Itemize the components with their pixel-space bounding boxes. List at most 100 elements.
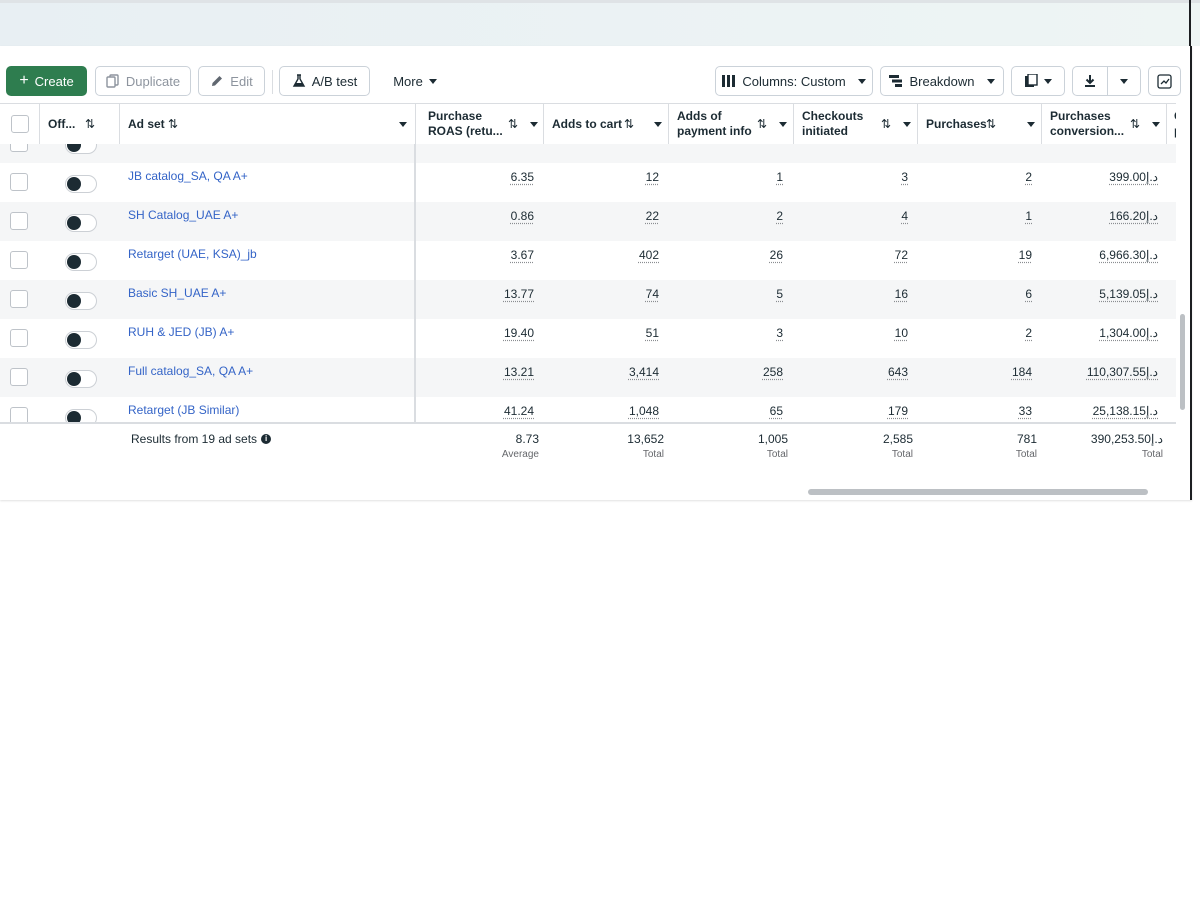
row-toggle[interactable] <box>65 331 97 349</box>
purchases-value[interactable]: 33 <box>1019 404 1032 418</box>
chevron-down-icon[interactable] <box>779 122 787 127</box>
ad-set-link[interactable]: Full catalog_SA, QA A+ <box>128 364 253 378</box>
reports-button[interactable] <box>1011 66 1065 96</box>
column-header-adds-payment-info[interactable]: Adds of payment info ⇅ <box>669 104 794 144</box>
row-toggle[interactable] <box>65 214 97 232</box>
row-checkbox[interactable] <box>10 212 28 230</box>
checkouts-value[interactable]: 16 <box>895 287 908 301</box>
roas-value[interactable]: 13.21 <box>504 365 534 379</box>
view-charts-button[interactable] <box>1148 66 1181 96</box>
ad-set-link[interactable]: RUH & JED (JB) A+ <box>128 325 234 339</box>
sort-icon[interactable]: ⇅ <box>85 117 95 131</box>
ab-test-button[interactable]: A/B test <box>279 66 370 96</box>
column-header-checkouts-initiated[interactable]: Checkouts initiated ⇅ <box>794 104 918 144</box>
sort-icon[interactable]: ⇅ <box>881 117 891 131</box>
export-button[interactable] <box>1072 66 1141 96</box>
sort-icon[interactable]: ⇅ <box>168 117 178 131</box>
row-checkbox[interactable] <box>10 290 28 308</box>
row-toggle[interactable] <box>65 370 97 388</box>
conversion-value[interactable]: 6,966.30د.إ <box>1099 248 1158 262</box>
adds-to-cart-value[interactable]: 74 <box>646 287 659 301</box>
checkouts-value[interactable]: 179 <box>888 404 908 418</box>
row-checkbox[interactable] <box>10 407 28 422</box>
edit-button[interactable]: Edit <box>198 66 265 96</box>
more-button[interactable]: More <box>382 66 448 96</box>
purchases-value[interactable]: 19 <box>1019 248 1032 262</box>
row-checkbox[interactable] <box>10 251 28 269</box>
adds-to-cart-value[interactable]: 3,414 <box>629 365 659 379</box>
row-checkbox[interactable] <box>10 173 28 191</box>
select-all-checkbox[interactable] <box>10 115 29 133</box>
payment-info-value[interactable]: 5 <box>776 287 783 301</box>
conversion-value[interactable]: 166.20د.إ <box>1109 209 1158 223</box>
purchases-value[interactable]: 184 <box>1012 365 1032 379</box>
download-button[interactable] <box>1073 67 1109 95</box>
conversion-value[interactable]: 25,138.15د.إ <box>1093 404 1158 418</box>
chevron-down-icon[interactable] <box>654 122 662 127</box>
sort-icon[interactable]: ⇅ <box>986 117 996 131</box>
column-header-purchases-conversion[interactable]: Purchases conversion... ⇅ <box>1042 104 1167 144</box>
chevron-down-icon[interactable] <box>903 122 911 127</box>
sort-icon[interactable]: ⇅ <box>508 117 518 131</box>
checkouts-value[interactable]: 643 <box>888 365 908 379</box>
payment-info-value[interactable]: 1 <box>776 170 783 184</box>
column-header-cut-off[interactable]: Copu <box>1167 104 1176 144</box>
ad-set-link[interactable]: Retarget (UAE, KSA)_jb <box>128 247 257 261</box>
conversion-value[interactable]: 1,304.00د.إ <box>1099 326 1158 340</box>
column-header-ad-set[interactable]: Ad set ⇅ <box>120 104 416 144</box>
roas-value[interactable]: 19.40 <box>504 326 534 340</box>
row-checkbox[interactable] <box>10 368 28 386</box>
chevron-down-icon[interactable] <box>530 122 538 127</box>
row-toggle[interactable] <box>65 409 97 422</box>
ad-set-link[interactable]: JB catalog_SA, QA A+ <box>128 169 248 183</box>
adds-to-cart-value[interactable]: 402 <box>639 248 659 262</box>
row-checkbox[interactable] <box>10 329 28 347</box>
ad-set-link[interactable]: SH Catalog_UAE A+ <box>128 208 238 222</box>
sort-icon[interactable]: ⇅ <box>1130 117 1140 131</box>
info-icon[interactable]: i <box>261 434 272 444</box>
ad-set-link[interactable]: Basic SH_UAE A+ <box>128 286 226 300</box>
checkouts-value[interactable]: 3 <box>901 170 908 184</box>
column-header-purchase-roas[interactable]: Purchase ROAS (retu... ⇅ <box>416 104 544 144</box>
row-toggle[interactable] <box>65 144 97 154</box>
adds-to-cart-value[interactable]: 51 <box>646 326 659 340</box>
roas-value[interactable]: 13.77 <box>504 287 534 301</box>
roas-value[interactable]: 6.35 <box>511 170 534 184</box>
payment-info-value[interactable]: 26 <box>770 248 783 262</box>
row-toggle[interactable] <box>65 175 97 193</box>
payment-info-value[interactable]: 258 <box>763 365 783 379</box>
column-header-adds-to-cart[interactable]: Adds to cart ⇅ <box>544 104 669 144</box>
conversion-value[interactable]: 110,307.55د.إ <box>1087 365 1158 379</box>
roas-value[interactable]: 3.67 <box>511 248 534 262</box>
conversion-value[interactable]: 399.00د.إ <box>1109 170 1158 184</box>
vertical-scrollbar[interactable] <box>1180 314 1185 410</box>
row-toggle[interactable] <box>65 253 97 271</box>
payment-info-value[interactable]: 2 <box>776 209 783 223</box>
roas-value[interactable]: 0.86 <box>511 209 534 223</box>
adds-to-cart-value[interactable]: 12 <box>646 170 659 184</box>
checkouts-value[interactable]: 72 <box>895 248 908 262</box>
conversion-value[interactable]: 5,139.05د.إ <box>1099 287 1158 301</box>
create-button[interactable]: + Create <box>6 66 87 96</box>
column-header-off[interactable]: Off... ⇅ <box>40 104 120 144</box>
checkouts-value[interactable]: 10 <box>895 326 908 340</box>
row-checkbox[interactable] <box>10 144 28 152</box>
adds-to-cart-value[interactable]: 22 <box>646 209 659 223</box>
adds-to-cart-value[interactable]: 1,048 <box>629 404 659 418</box>
roas-value[interactable]: 41.24 <box>504 404 534 418</box>
row-toggle[interactable] <box>65 292 97 310</box>
checkouts-value[interactable]: 4 <box>901 209 908 223</box>
export-menu-button[interactable] <box>1108 67 1140 95</box>
purchases-value[interactable]: 6 <box>1025 287 1032 301</box>
sort-icon[interactable]: ⇅ <box>624 117 634 131</box>
chevron-down-icon[interactable] <box>399 122 407 127</box>
ad-set-link[interactable]: Retarget (JB Similar) <box>128 403 239 417</box>
purchases-value[interactable]: 2 <box>1025 170 1032 184</box>
breakdown-button[interactable]: Breakdown <box>880 66 1004 96</box>
column-header-purchases[interactable]: Purchases ⇅ <box>918 104 1042 144</box>
columns-button[interactable]: Columns: Custom <box>715 66 873 96</box>
purchases-value[interactable]: 2 <box>1025 326 1032 340</box>
purchases-value[interactable]: 1 <box>1025 209 1032 223</box>
chevron-down-icon[interactable] <box>1152 122 1160 127</box>
payment-info-value[interactable]: 65 <box>770 404 783 418</box>
